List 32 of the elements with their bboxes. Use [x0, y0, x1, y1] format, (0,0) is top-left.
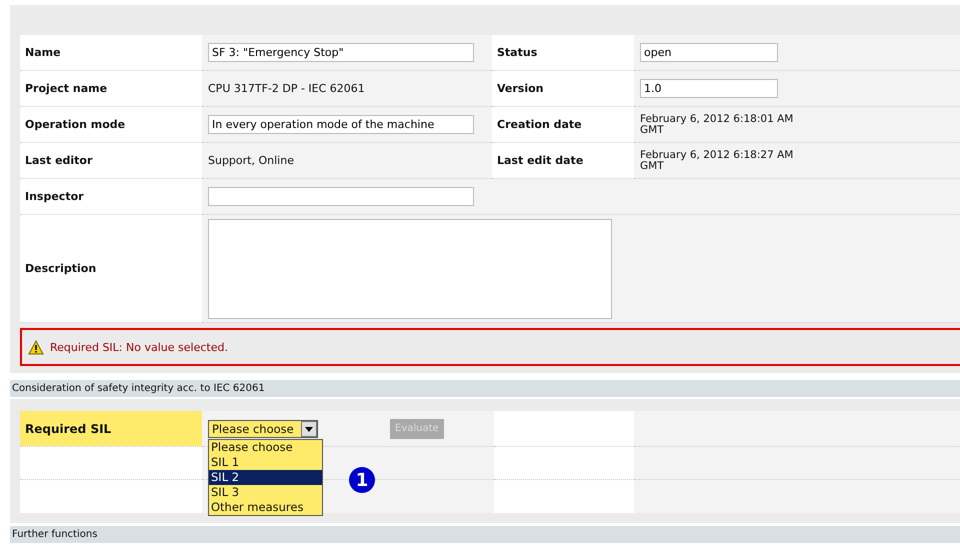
field-value: February 6, 2012 6:18:27 AM GMT — [640, 150, 794, 172]
caret-icon — [301, 420, 317, 436]
field-label: Creation date — [497, 118, 582, 131]
field-label: Operation mode — [25, 118, 126, 131]
dropdown-option[interactable]: Other measures — [209, 500, 322, 515]
field-value: CPU 317TF-2 DP - IEC 62061 — [208, 82, 365, 95]
field-label: Name — [25, 46, 61, 59]
description-field[interactable] — [208, 218, 612, 318]
dropdown-option[interactable]: SIL 1 — [209, 455, 322, 470]
dropdown-option[interactable]: SIL 2 — [209, 470, 322, 485]
warning-message: Required SIL: No value selected. — [50, 340, 228, 354]
text-field[interactable]: In every operation mode of the machine — [208, 115, 474, 134]
warning-icon — [28, 340, 44, 354]
section-header: Consideration of safety integrity acc. to IEC 62061 — [10, 380, 960, 397]
field-label: Project name — [25, 82, 108, 95]
field-label: Version — [497, 82, 544, 95]
section-header: Further functions — [10, 526, 960, 543]
field-label: Description — [25, 262, 96, 275]
text-field[interactable]: SF 3: "Emergency Stop" — [208, 43, 474, 62]
text-field[interactable] — [208, 187, 474, 206]
field-value: February 6, 2012 6:18:01 AM GMT — [640, 114, 794, 136]
sil-dropdown[interactable]: Please choose — [208, 420, 318, 438]
text-field[interactable]: 1.0 — [640, 79, 778, 98]
field-label: Last edit date — [497, 154, 584, 167]
dropdown-option[interactable]: Please choose — [209, 440, 322, 455]
field-label: Last editor — [25, 154, 92, 167]
field-label: Inspector — [25, 190, 84, 203]
dropdown-option[interactable]: SIL 3 — [209, 485, 322, 500]
text-field[interactable]: open — [640, 43, 778, 62]
field-label: Required SIL — [25, 422, 112, 436]
field-value: Support, Online — [208, 154, 294, 167]
field-label: Status — [497, 46, 538, 59]
